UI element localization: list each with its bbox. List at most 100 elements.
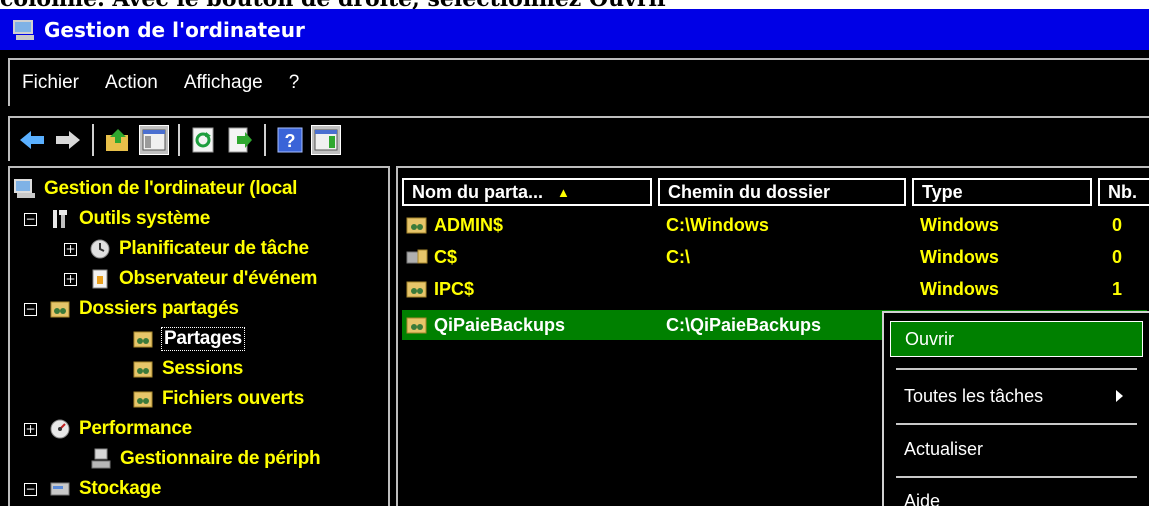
collapse-icon[interactable]: − [24,302,37,316]
show-hide-console-tree-icon[interactable] [139,124,169,155]
cell-type: Windows [920,278,999,299]
sessions-icon [132,358,154,380]
context-menu-open[interactable]: Ouvrir [890,321,1143,357]
cell-count: 0 [1112,246,1123,267]
table-row[interactable]: IPC$ Windows 1 [402,274,1147,304]
context-menu-help[interactable]: Aide [890,483,1143,506]
share-name: ADMIN$ [434,214,504,235]
tree-item-sessions[interactable]: Sessions [132,354,243,384]
computer-management-window: Gestion de l'ordinateur Fichier Action A… [0,9,1149,506]
tree-label: Performance [79,418,192,439]
cell-count: 1 [1112,278,1123,299]
open-files-icon [132,388,154,410]
help-icon[interactable]: ? [275,125,305,155]
cell-type: Windows [920,214,999,235]
tree-label: Fichiers ouverts [162,388,304,409]
computer-management-icon [12,19,38,41]
toolbar: ? [8,116,1149,161]
tree-label: Planificateur de tâche [119,238,309,259]
cell-type: Windows [920,246,999,267]
table-row[interactable]: C$ C:\ Windows 0 [402,242,1147,272]
tree-item-performance[interactable]: + Performance [24,414,192,444]
menu-separator [896,476,1137,478]
computer-management-icon [14,178,36,200]
clock-icon [89,238,111,260]
tree-item-outils-systeme[interactable]: − Outils système [24,204,210,234]
sort-ascending-icon: ▲ [557,184,570,200]
tree-item-planificateur[interactable]: + Planificateur de tâche [64,234,309,264]
share-name: IPC$ [434,278,475,299]
context-menu-refresh[interactable]: Actualiser [890,431,1143,467]
tools-icon [49,208,71,230]
share-name: QiPaieBackups [434,314,566,335]
show-hide-action-pane-icon[interactable] [311,124,341,155]
shared-folder-icon [406,215,428,235]
folder-up-icon[interactable] [103,125,133,155]
tree-label: Sessions [162,358,244,379]
column-header-path[interactable]: Chemin du dossier [658,178,906,206]
toolbar-separator [178,123,180,156]
context-menu: Ouvrir Toutes les tâches Actualiser Aide [882,311,1149,506]
cell-name: QiPaieBackups [406,310,565,340]
title-bar: Gestion de l'ordinateur [0,9,1149,50]
shared-folder-icon [406,315,428,335]
tree-label: Gestionnaire de périph [120,448,321,469]
menu-separator [896,368,1137,370]
tree-item-root[interactable]: Gestion de l'ordinateur (local [14,174,297,204]
collapse-icon[interactable]: − [24,482,37,496]
refresh-icon[interactable] [189,125,219,155]
toolbar-separator [264,123,266,156]
expand-icon[interactable]: + [64,242,77,256]
cell-count: 0 [1112,214,1123,235]
cell-path: C:\ [666,246,690,267]
menu-fichier[interactable]: Fichier [22,72,79,94]
column-header-label: Nom du parta... [412,181,544,202]
cell-name: C$ [406,242,457,272]
console-tree: Gestion de l'ordinateur (local − Outils … [8,166,390,506]
menu-affichage[interactable]: Affichage [184,72,263,94]
device-manager-icon [90,448,112,470]
shared-folder-icon [406,279,428,299]
menu-item-label: Toutes les tâches [904,385,1044,406]
storage-icon [49,478,71,500]
tree-label: Stockage [79,478,162,499]
column-header-label: Chemin du dossier [668,181,831,202]
back-arrow-icon[interactable] [17,125,47,155]
column-header-name[interactable]: Nom du parta... ▲ [402,178,652,206]
export-list-icon[interactable] [225,125,255,155]
expand-icon[interactable]: + [64,272,77,286]
cell-path: C:\QiPaieBackups [666,314,822,335]
menu-action[interactable]: Action [105,72,158,94]
tree-item-partages[interactable]: Partages [132,324,245,354]
table-row[interactable]: ADMIN$ C:\Windows Windows 0 [402,210,1147,240]
shares-icon [132,328,154,350]
tree-label: Partages [161,327,245,351]
tree-label: Outils système [79,208,210,229]
tree-label: Observateur d'événem [119,268,318,289]
svg-text:?: ? [285,131,296,151]
tree-item-observateur[interactable]: + Observateur d'événem [64,264,317,294]
forward-arrow-icon[interactable] [53,125,83,155]
tree-item-stockage[interactable]: − Stockage [24,474,161,504]
tree-label: Dossiers partagés [79,298,239,319]
cell-name: ADMIN$ [406,210,503,240]
expand-icon[interactable]: + [24,422,37,436]
submenu-arrow-icon [1116,390,1123,402]
cell-name: IPC$ [406,274,474,304]
cell-path: C:\Windows [666,214,769,235]
collapse-icon[interactable]: − [24,212,37,226]
column-header-type[interactable]: Type [912,178,1092,206]
context-menu-all-tasks[interactable]: Toutes les tâches [890,378,1143,414]
column-header-label: Nb. [1108,181,1137,202]
tree-item-gestionnaire[interactable]: Gestionnaire de périph [90,444,321,474]
tree-item-fichiers-ouverts[interactable]: Fichiers ouverts [132,384,304,414]
menu-separator [896,423,1137,425]
performance-icon [49,418,71,440]
tree-item-dossiers-partages[interactable]: − Dossiers partagés [24,294,239,324]
shared-folder-icon [49,298,71,320]
admin-share-icon [406,247,428,267]
menu-help[interactable]: ? [289,72,300,94]
menu-bar: Fichier Action Affichage ? [8,58,1149,106]
column-header-count[interactable]: Nb. [1098,178,1149,206]
tree-label: Gestion de l'ordinateur (local [44,178,298,199]
